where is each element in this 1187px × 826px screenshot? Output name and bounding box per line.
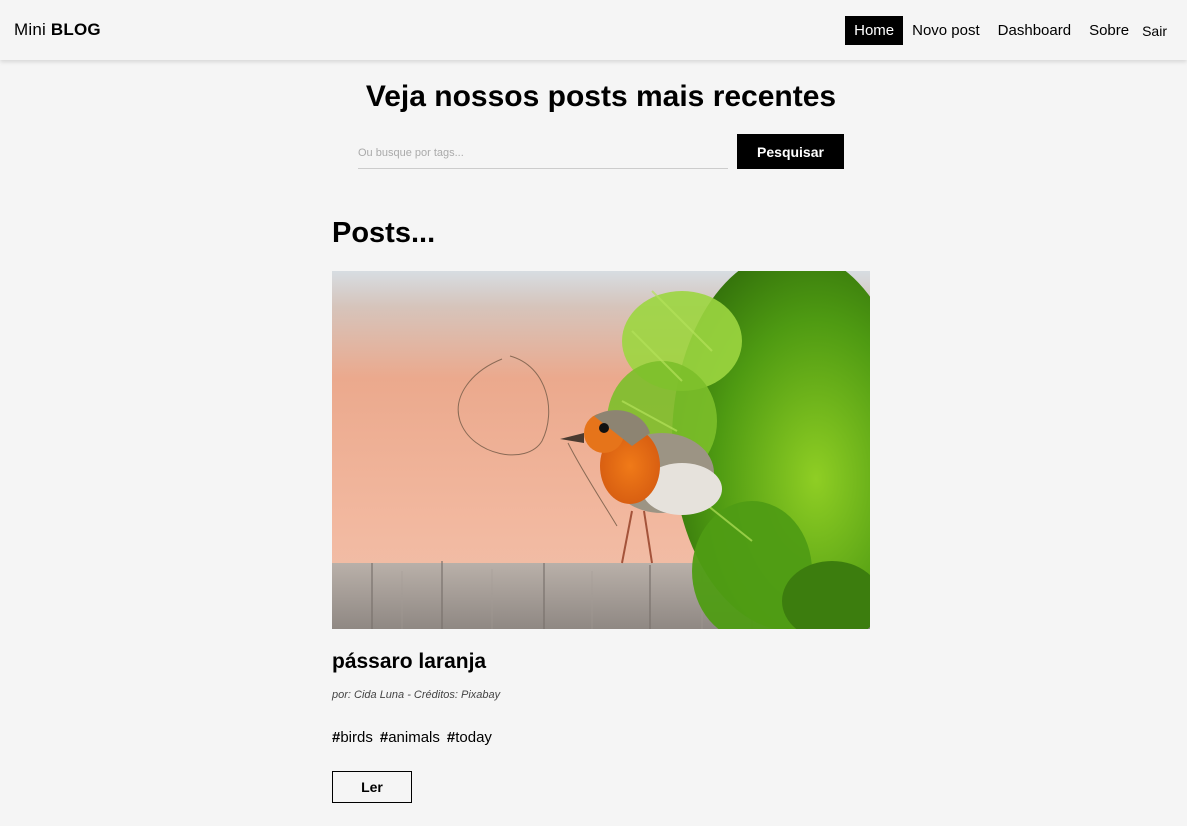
hash-icon: #: [379, 729, 389, 746]
tag-label: today: [455, 729, 492, 746]
tag-today[interactable]: #today: [447, 729, 492, 746]
tag-animals[interactable]: #animals: [380, 729, 440, 746]
page-title: Veja nossos posts mais recentes: [365, 80, 837, 113]
nav-link-sobre[interactable]: Sobre: [1080, 16, 1138, 45]
brand-light-text: Mini: [14, 20, 46, 39]
navbar: Mini BLOG Home Novo post Dashboard Sobre…: [0, 0, 1187, 60]
brand-logo[interactable]: Mini BLOG: [14, 20, 101, 40]
hash-icon: #: [446, 729, 456, 746]
tag-label: birds: [340, 729, 373, 746]
read-button[interactable]: Ler: [332, 771, 412, 803]
post-tags: #birds #animals #today: [332, 729, 499, 746]
search-input[interactable]: [358, 137, 728, 169]
post-image: [332, 271, 870, 629]
tag-birds[interactable]: #birds: [332, 729, 373, 746]
logout-button[interactable]: Sair: [1139, 17, 1170, 43]
nav-link-dashboard[interactable]: Dashboard: [989, 16, 1080, 45]
nav-link-novo-post[interactable]: Novo post: [903, 16, 989, 45]
posts-section-title: Posts...: [332, 217, 436, 249]
brand-bold-text: BLOG: [50, 20, 101, 39]
nav-links: Home Novo post Dashboard Sobre Sair: [845, 15, 1170, 45]
post-title: pássaro laranja: [332, 650, 487, 673]
search-button[interactable]: Pesquisar: [737, 134, 844, 169]
post-meta: por: Cida Luna - Créditos: Pixabay: [332, 689, 501, 701]
nav-link-home[interactable]: Home: [845, 15, 904, 45]
tag-label: animals: [388, 729, 440, 746]
